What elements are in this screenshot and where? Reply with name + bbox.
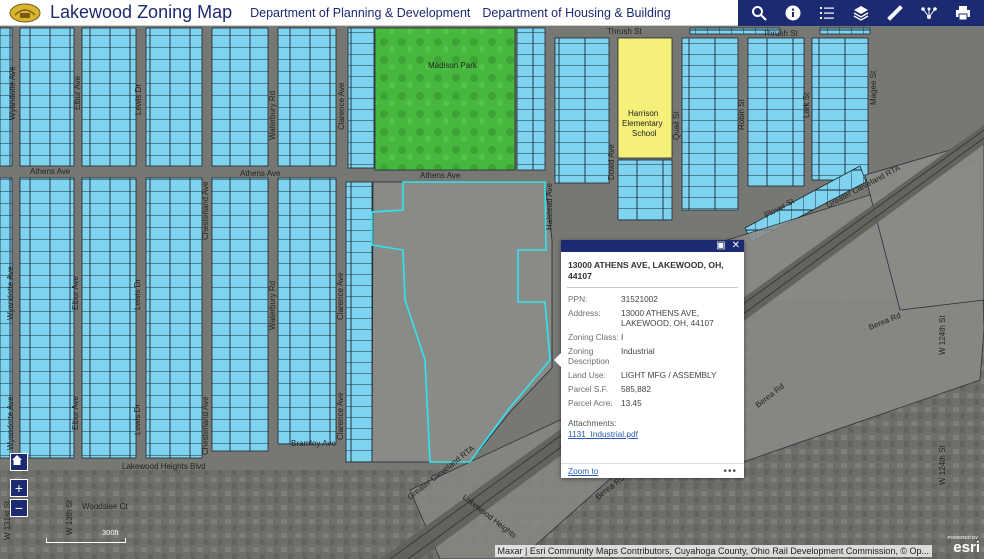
scale-text: 300ft	[102, 528, 119, 537]
chesterland-ave-label-n: Chesterland Ave	[201, 181, 210, 240]
school-label-1: Harrison	[628, 109, 658, 118]
attachments-label: Attachments:	[568, 418, 617, 428]
print-icon[interactable]	[952, 2, 974, 24]
measure-ruler-icon[interactable]	[884, 2, 906, 24]
app-header: Lakewood Zoning Map Department of Planni…	[0, 0, 984, 26]
robin-st-label: Robin St	[737, 99, 746, 130]
elbur-ave-label-s: Elbur Ave	[71, 395, 80, 430]
bramley-ave-label: Bramley Ave	[291, 439, 336, 448]
thrush-st-label-e: Thrush St	[763, 29, 798, 38]
attribute-value: 13.45	[621, 398, 642, 408]
attribute-row: Zoning Class: I	[568, 332, 737, 342]
attribute-row: Land Use: LIGHT MFG / ASSEMBLY	[568, 370, 737, 380]
clarence-ave-label-s: Clarence Ave	[336, 392, 345, 440]
lark-st-label: Lark St	[802, 92, 811, 118]
toolbar	[738, 0, 984, 26]
wyandotte-ave-label-n: Wyandotte Ave	[8, 66, 17, 120]
w-124th-label-n: W 124th St	[938, 315, 947, 355]
attribute-key: Address:	[568, 308, 601, 318]
parcel-popup: ▣ ✕ 13000 ATHENS AVE, LAKEWOOD, OH, 4410…	[554, 240, 744, 478]
clarence-ave-label-n: Clarence Ave	[337, 82, 346, 130]
zoom-in-button[interactable]: +	[10, 479, 28, 497]
attribute-row: Parcel S.F. 585,882	[568, 384, 737, 394]
more-actions-button[interactable]: •••	[723, 466, 737, 477]
attribute-value: 585,882	[621, 384, 651, 394]
wyandotte-ave-label-c: Wyandotte Ave	[6, 266, 15, 320]
attribute-key: Zoning Class:	[568, 332, 619, 342]
attribute-value: 31521002	[621, 294, 658, 304]
home-icon	[12, 455, 22, 465]
home-button[interactable]	[10, 453, 28, 471]
waterbury-rd-label-n: Waterbury Rd	[268, 91, 277, 140]
zoom-to-link[interactable]: Zoom to	[568, 466, 598, 476]
school-label-2: Elementary	[622, 119, 662, 128]
app-title: Lakewood Zoning Map	[50, 2, 233, 22]
esri-logo[interactable]: esri	[953, 539, 980, 556]
attribute-row: PPN: 31521002	[568, 294, 737, 304]
lewis-dr-label-s: Lewis Dr	[133, 404, 142, 435]
w-13th-label: W 13th St	[65, 499, 74, 535]
magee-st-label: Magee St	[869, 70, 878, 105]
woodslee-ct-label: Woodslee Ct	[82, 502, 128, 511]
map-canvas[interactable]: Madison Park Harrison Elementary School …	[0, 26, 984, 559]
wyandotte-ave-label-s: Wyandotte Ave	[6, 396, 15, 450]
attribute-key: Parcel S.F.	[568, 384, 609, 394]
map-view[interactable]: Madison Park Harrison Elementary School …	[0, 26, 984, 559]
lewis-dr-label-n: Lewis Dr	[134, 84, 143, 115]
attribute-row: Address: 13000 ATHENS AVE, LAKEWOOD, OH,…	[568, 308, 737, 328]
attribute-key: Zoning Description	[568, 346, 610, 366]
planning-dept-link[interactable]: Department of Planning & Development	[250, 6, 470, 20]
scale-bar: 300ft	[46, 528, 126, 543]
w-124th-label-s: W 124th St	[938, 445, 947, 485]
attachment-link[interactable]: 1131_Industrial.pdf	[561, 428, 744, 439]
waterbury-rd-label-s: Waterbury Rd	[268, 281, 277, 330]
popup-title: 13000 ATHENS AVE, LAKEWOOD, OH, 44107	[568, 260, 724, 281]
lewis-dr-label-c: Lewis Dr	[133, 279, 142, 310]
info-icon[interactable]	[782, 2, 804, 24]
clarence-ave-label-c: Clarence Ave	[336, 272, 345, 320]
close-icon[interactable]: ✕	[732, 241, 740, 251]
housing-dept-link[interactable]: Department of Housing & Building	[482, 6, 670, 20]
athens-ave-label-e: Athens Ave	[420, 171, 461, 180]
zoom-out-button[interactable]: −	[10, 499, 28, 517]
attribute-key: Parcel Acre:	[568, 398, 613, 408]
attribute-value: LIGHT MFG / ASSEMBLY	[621, 370, 717, 380]
attribute-key: Land Use:	[568, 370, 606, 380]
maximize-icon[interactable]: ▣	[716, 241, 725, 251]
attribute-row: Zoning Description Industrial	[568, 346, 737, 366]
athens-ave-label-w: Athens Ave	[30, 167, 71, 176]
park-label: Madison Park	[428, 61, 478, 70]
lakewood-heights-blvd-label: Lakewood Heights Blvd	[122, 462, 206, 471]
map-attribution[interactable]: Maxar | Esri Community Maps Contributors…	[494, 545, 932, 557]
share-network-icon[interactable]	[918, 2, 940, 24]
city-seal-logo	[8, 3, 42, 23]
attribute-row: Parcel Acre: 13.45	[568, 398, 737, 408]
popup-footer: Zoom to •••	[561, 463, 744, 478]
layers-icon[interactable]	[850, 2, 872, 24]
attribute-value: I	[621, 332, 624, 342]
attribute-value: Industrial	[621, 346, 655, 356]
quail-st-label: Quail St	[672, 111, 681, 140]
attribute-key: PPN:	[568, 294, 588, 304]
dowd-ave-label: Dowd Ave	[607, 144, 616, 180]
popup-header: ▣ ✕	[561, 240, 744, 252]
chesterland-ave-label-s: Chesterland Ave	[201, 396, 210, 455]
thrush-st-label-w: Thrush St	[607, 27, 642, 36]
search-icon[interactable]	[748, 2, 770, 24]
attribute-table: PPN: 31521002 Address: 13000 ATHENS AVE,…	[568, 294, 737, 408]
athens-ave-label-c: Athens Ave	[240, 169, 281, 178]
elbur-ave-label-c: Elbur Ave	[71, 275, 80, 310]
elbur-ave-label-n: Elbur Ave	[73, 75, 82, 110]
school-label-3: School	[632, 129, 657, 138]
legend-list-icon[interactable]	[816, 2, 838, 24]
halstead-ave-label: Halstead Ave	[545, 182, 554, 230]
attribute-value: 13000 ATHENS AVE, LAKEWOOD, OH, 44107	[621, 308, 714, 328]
